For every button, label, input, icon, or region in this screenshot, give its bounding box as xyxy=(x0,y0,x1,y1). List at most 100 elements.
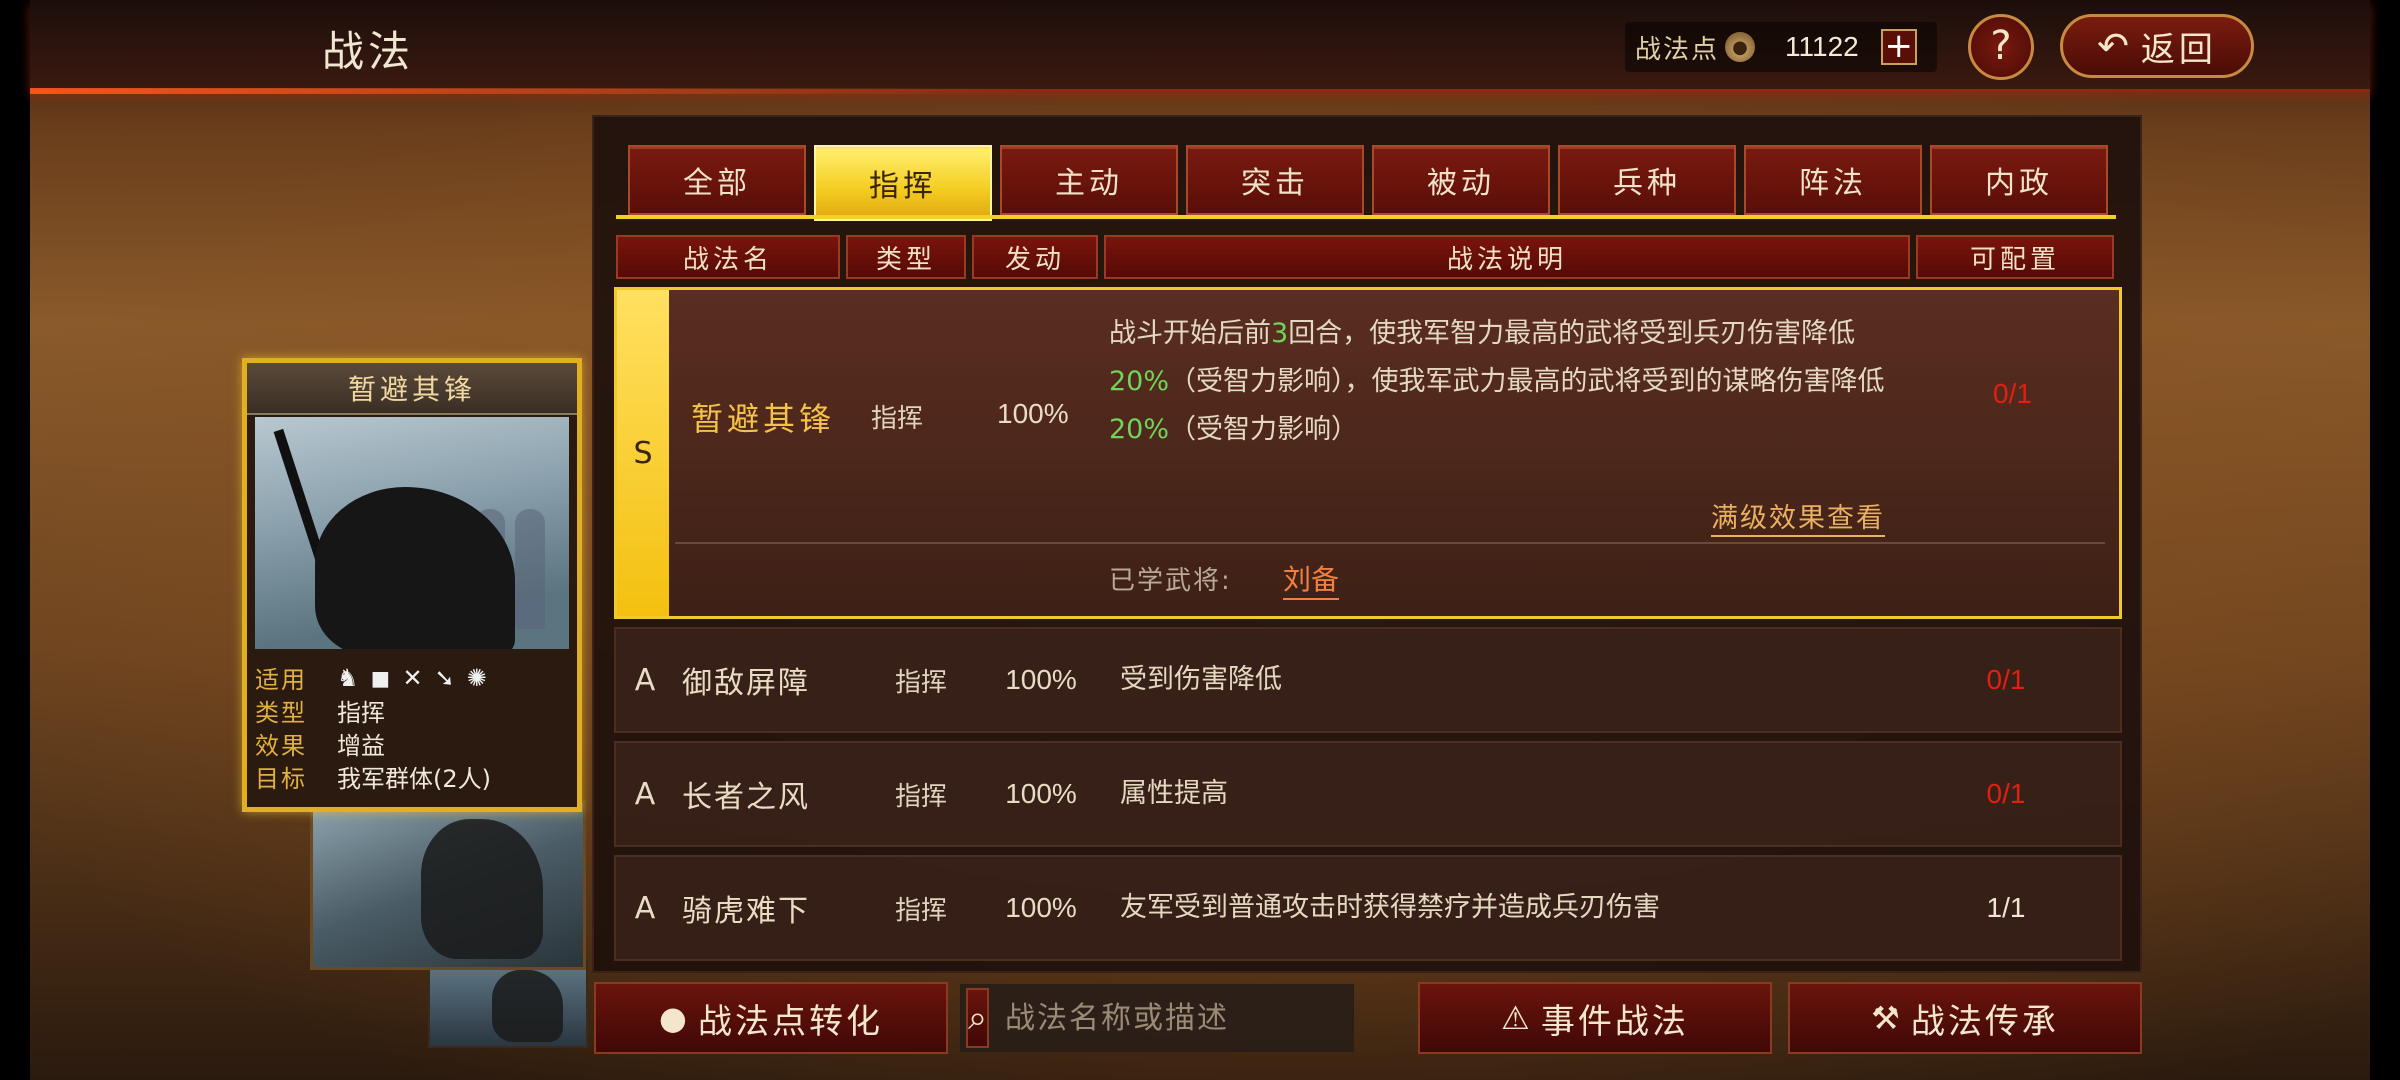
search-input[interactable] xyxy=(989,988,1379,1048)
card-artwork xyxy=(255,417,569,649)
column-header-rate: 发动 xyxy=(972,235,1098,279)
hammer-icon: ⚒ xyxy=(1871,999,1903,1037)
learned-generals-label: 已学武将: xyxy=(1109,566,1232,596)
skill-rate: 100% xyxy=(1005,778,1077,809)
skill-quota: 0/1 xyxy=(1986,778,2026,809)
top-bar-glow xyxy=(30,88,1030,94)
card-title: 暂避其锋 xyxy=(347,373,476,406)
skill-description: 受到伤害降低 xyxy=(1120,664,1282,695)
card-target-row: 目标 我军群体(2人) xyxy=(255,760,575,793)
grade-badge: A xyxy=(634,776,656,812)
grade-badge: S xyxy=(633,435,653,471)
skill-type: 指挥 xyxy=(894,895,947,926)
tab-internal[interactable]: 内政 xyxy=(1930,145,2108,215)
skill-quota: 0/1 xyxy=(1986,664,2026,695)
row-divider xyxy=(675,542,2105,544)
category-tabs: 全部 指挥 主动 突击 被动 兵种 阵法 内政 xyxy=(628,145,2108,221)
skill-inherit-button[interactable]: ⚒ 战法传承 xyxy=(1788,982,2142,1054)
skill-type: 指挥 xyxy=(871,404,924,434)
effect-label: 效果 xyxy=(255,732,307,760)
convert-points-label: 战法点转化 xyxy=(697,1001,883,1042)
column-header-type: 类型 xyxy=(846,235,966,279)
table-header: 战法名 类型 发动 战法说明 可配置 xyxy=(616,235,2114,279)
skill-points-label: 战法点 xyxy=(1635,34,1720,65)
target-value: 我军群体(2人) xyxy=(337,765,491,793)
skill-rows: S 暂避其锋 指挥 100% 战斗开始后前3回合，使我军智力最高的武将受到兵刃伤… xyxy=(614,287,2122,969)
back-arrow-icon: ↶ xyxy=(2097,24,2133,68)
table-row-selected[interactable]: S 暂避其锋 指挥 100% 战斗开始后前3回合，使我军智力最高的武将受到兵刃伤… xyxy=(614,287,2122,619)
event-skills-label: 事件战法 xyxy=(1540,1001,1689,1042)
column-header-quota: 可配置 xyxy=(1916,235,2114,279)
help-button[interactable]: ? xyxy=(1968,14,2034,80)
convert-points-button[interactable]: ● 战法点转化 xyxy=(594,982,948,1054)
skill-inherit-label: 战法传承 xyxy=(1910,1001,2059,1042)
skill-quota: 0/1 xyxy=(1993,378,2032,409)
unit-icons: ♞ ◼ ✕ ➘ ✺ xyxy=(337,664,487,692)
skill-rate: 100% xyxy=(1005,892,1077,923)
search-icon: ⌕ xyxy=(968,998,988,1038)
skill-rate: 100% xyxy=(1005,664,1077,695)
column-header-description: 战法说明 xyxy=(1104,235,1910,279)
skill-description: 战斗开始后前3回合，使我军智力最高的武将受到兵刃伤害降低20%（受智力影响），使… xyxy=(1109,318,1885,445)
card-title-bar: 暂避其锋 xyxy=(247,363,577,415)
search-bar: ⌕ xyxy=(960,984,1379,1052)
tab-passive[interactable]: 被动 xyxy=(1372,145,1550,215)
skill-quota: 1/1 xyxy=(1986,892,2026,923)
add-points-button[interactable]: + xyxy=(1880,29,1917,65)
table-row[interactable]: A 御敌屏障 指挥 100% 受到伤害降低 0/1 xyxy=(614,627,2122,733)
event-alert-icon: ⚠ xyxy=(1501,999,1533,1037)
back-button[interactable]: ↶ 返回 xyxy=(2060,14,2254,78)
skill-name: 暂避其锋 xyxy=(691,400,836,438)
bow-icon: ✕ xyxy=(402,663,423,692)
skill-point-drop-icon: ● xyxy=(659,999,690,1037)
target-label: 目标 xyxy=(255,765,307,793)
tab-all[interactable]: 全部 xyxy=(628,145,806,215)
max-level-effect-link[interactable]: 满级效果查看 xyxy=(1711,496,1885,537)
grade-badge: A xyxy=(634,662,656,698)
grade-badge: A xyxy=(634,890,656,926)
tab-assault[interactable]: 突击 xyxy=(1186,145,1364,215)
event-skills-button[interactable]: ⚠ 事件战法 xyxy=(1418,982,1772,1054)
chariot-icon: ✺ xyxy=(466,663,487,692)
search-button[interactable]: ⌕ xyxy=(966,988,990,1048)
effect-value: 增益 xyxy=(337,732,385,760)
cavalry-icon: ♞ xyxy=(337,663,359,692)
skill-name: 骑虎难下 xyxy=(682,894,810,929)
skill-rate: 100% xyxy=(997,398,1069,429)
left-letterbox xyxy=(0,0,30,1080)
card-stack-back-1[interactable] xyxy=(310,800,586,970)
tab-underline xyxy=(616,215,2116,219)
card-stack-back-2[interactable] xyxy=(428,960,588,1048)
table-row[interactable]: A 长者之风 指挥 100% 属性提高 0/1 xyxy=(614,741,2122,847)
skill-card-preview: 暂避其锋 适用 ♞ ◼ ✕ ➘ ✺ 类型 指挥 效果 增益 目标 我军群体(2人… xyxy=(242,358,582,812)
type-label: 类型 xyxy=(255,699,307,727)
tab-active[interactable]: 主动 xyxy=(1000,145,1178,215)
skill-list-panel: 全部 指挥 主动 突击 被动 兵种 阵法 内政 战法名 类型 发动 战法说明 可… xyxy=(592,115,2142,973)
skill-point-drop-icon: ● xyxy=(1725,32,1756,62)
card-type-row: 类型 指挥 xyxy=(255,694,575,727)
back-button-label: 返回 xyxy=(2140,29,2217,70)
tab-command[interactable]: 指挥 xyxy=(814,145,992,221)
table-row[interactable]: A 骑虎难下 指挥 100% 友军受到普通攻击时获得禁疗并造成兵刃伤害 1/1 xyxy=(614,855,2122,961)
skill-description: 友军受到普通攻击时获得禁疗并造成兵刃伤害 xyxy=(1120,892,1660,923)
card-info: 适用 ♞ ◼ ✕ ➘ ✺ 类型 指挥 效果 增益 目标 我军群体(2人) xyxy=(255,661,575,794)
skill-name: 长者之风 xyxy=(682,780,810,815)
shield-icon: ◼ xyxy=(370,663,391,692)
tab-formation[interactable]: 阵法 xyxy=(1744,145,1922,215)
card-applies-row: 适用 ♞ ◼ ✕ ➘ ✺ xyxy=(255,661,575,695)
page-title: 战法 xyxy=(322,27,415,76)
learned-general-link[interactable]: 刘备 xyxy=(1283,558,1340,600)
column-header-name: 战法名 xyxy=(616,235,840,279)
skill-type: 指挥 xyxy=(894,781,947,812)
skill-type: 指挥 xyxy=(894,667,947,698)
skill-points-value: 11122 xyxy=(1785,31,1859,62)
spear-icon: ➘ xyxy=(434,663,455,692)
tab-troop[interactable]: 兵种 xyxy=(1558,145,1736,215)
skill-points-display: 战法点 ● 11122 + xyxy=(1625,22,1937,72)
type-value: 指挥 xyxy=(337,699,385,727)
right-letterbox xyxy=(2370,0,2400,1080)
applies-label: 适用 xyxy=(255,666,307,694)
skill-name: 御敌屏障 xyxy=(682,666,810,701)
card-effect-row: 效果 增益 xyxy=(255,727,575,760)
skill-description: 属性提高 xyxy=(1120,778,1228,809)
